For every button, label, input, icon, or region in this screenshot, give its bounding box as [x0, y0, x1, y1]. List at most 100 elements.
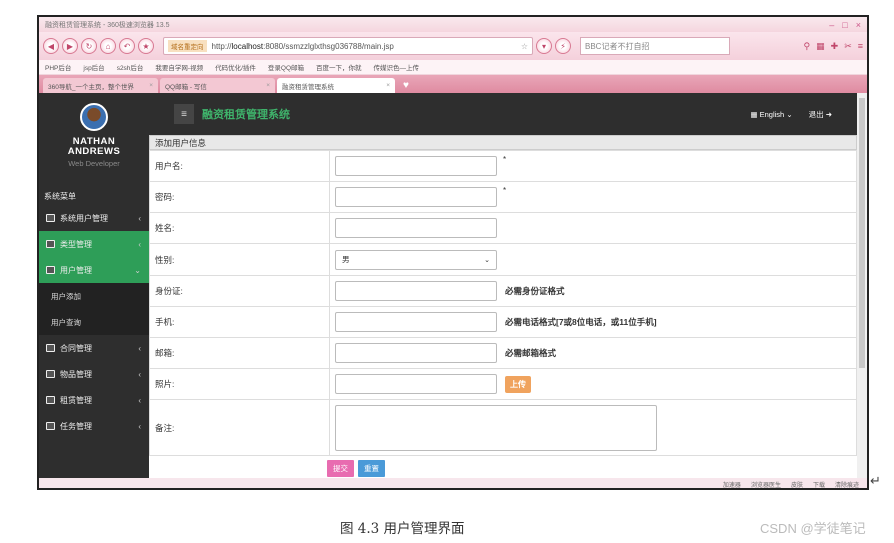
chevron-left-icon: ‹ [138, 239, 141, 249]
minimize-icon: – [829, 19, 835, 30]
search-input[interactable]: BBC记者不打自招 [580, 37, 730, 55]
hamburger-icon[interactable]: ≡ [174, 104, 194, 124]
scrollbar-thumb[interactable] [859, 98, 865, 368]
bookmark-item[interactable]: s2sh后台 [117, 62, 144, 72]
password-input[interactable] [335, 187, 497, 207]
url-rest: :8080/ssmzzlglxthsg036788/main.jsp [263, 41, 394, 51]
menu-icon [46, 370, 55, 378]
submit-button[interactable]: 提交 [327, 460, 354, 477]
favorite-icon[interactable]: ★ [138, 38, 154, 54]
sidebar-item-system-users[interactable]: 系统用户管理 ‹ [39, 205, 149, 231]
tab-360[interactable]: 360导航_一个主页，整个世界 × [43, 78, 158, 93]
id-card-input[interactable] [335, 281, 497, 301]
id-card-hint: 必需身份证格式 [505, 286, 565, 296]
form-buttons: 提交 重置 [149, 456, 857, 477]
form-row: 密码: * [149, 181, 857, 213]
logout-link[interactable]: 退出 ➜ [809, 109, 832, 120]
email-input[interactable] [335, 343, 497, 363]
home-icon[interactable]: ⌂ [100, 38, 116, 54]
username-input[interactable] [335, 156, 497, 176]
bookmark-item[interactable]: 我要自学网-视频 [155, 62, 203, 72]
bookmark-item[interactable]: PHP后台 [45, 62, 71, 72]
sidebar-item-contracts[interactable]: 合同管理 ‹ [39, 335, 149, 361]
browser-toolbar: ◀ ▶ ↻ ⌂ ↶ ★ 域名重定向 http://localhost:8080/… [39, 32, 867, 60]
chevron-left-icon: ‹ [138, 421, 141, 431]
bookmark-item[interactable]: 百度一下，你就 [316, 62, 362, 72]
menu-icon [46, 266, 55, 274]
form-row: 备注: [149, 399, 857, 456]
reset-button[interactable]: 重置 [358, 460, 385, 477]
speed-icon[interactable]: ⚡ [555, 38, 571, 54]
status-item[interactable]: 皮肤 [791, 480, 803, 489]
sidebar-item-types[interactable]: 类型管理 ‹ [39, 231, 149, 257]
field-label: 邮箱: [149, 337, 330, 369]
required-mark: * [503, 186, 507, 195]
scrollbar[interactable] [857, 93, 867, 478]
close-icon[interactable]: × [149, 82, 153, 89]
bookmark-item[interactable]: 代码优化/插件 [215, 62, 256, 72]
sidebar-item-users[interactable]: 用户管理 ⌄ [39, 257, 149, 283]
dropdown-icon[interactable]: ▾ [536, 38, 552, 54]
return-mark: ↵ [870, 473, 881, 488]
required-mark: * [503, 155, 507, 164]
remarks-textarea[interactable] [335, 404, 657, 451]
status-item[interactable]: 清除痕迹 [835, 480, 859, 489]
sidebar-item-label: 合同管理 [60, 343, 92, 353]
form-row: 用户名: * [149, 150, 857, 182]
gender-select[interactable]: 男 ⌄ [335, 249, 497, 270]
status-item[interactable]: 加速器 [723, 480, 741, 489]
screenshot-frame: 融资租赁管理系统 - 360极速浏览器 13.5 – □ × ◀ ▶ ↻ ⌂ ↶ ★… [37, 15, 869, 490]
undo-icon[interactable]: ↶ [119, 38, 135, 54]
field-label: 密码: [149, 181, 330, 213]
sidebar-subitem-add-user[interactable]: 用户添加 [39, 283, 149, 309]
tab-qqmail[interactable]: QQ邮箱 - 写信 × [160, 78, 275, 93]
name-input[interactable] [335, 218, 497, 238]
search-icon[interactable]: ⚲ [804, 41, 811, 52]
window-titlebar: 融资租赁管理系统 - 360极速浏览器 13.5 – □ × [39, 17, 867, 32]
refresh-icon[interactable]: ↻ [81, 38, 97, 54]
email-hint: 必需邮箱格式 [505, 348, 557, 358]
sidebar-item-leases[interactable]: 租赁管理 ‹ [39, 387, 149, 413]
bookmark-item[interactable]: 登录QQ邮箱 [268, 62, 304, 72]
window-controls[interactable]: – □ × [829, 20, 861, 30]
form-row: 手机: 必需电话格式[7或8位电话，或11位手机] [149, 306, 857, 338]
profile-role: Web Developer [68, 159, 120, 168]
upload-button[interactable]: 上传 [505, 375, 531, 393]
sidebar-item-label: 系统用户管理 [60, 213, 108, 223]
sidebar-item-goods[interactable]: 物品管理 ‹ [39, 361, 149, 387]
maximize-icon: □ [842, 19, 848, 30]
status-item[interactable]: 下载 [813, 480, 825, 489]
address-bar[interactable]: 域名重定向 http://localhost:8080/ssmzzlglxths… [163, 37, 533, 55]
status-item[interactable]: 浏览器医生 [751, 480, 781, 489]
phone-input[interactable] [335, 312, 497, 332]
field-label: 身份证: [149, 275, 330, 307]
sidebar-item-label: 用户管理 [60, 265, 92, 275]
close-icon[interactable]: × [386, 82, 390, 89]
new-tab-icon[interactable]: ♥ [397, 80, 415, 93]
close-icon[interactable]: × [266, 82, 270, 89]
photo-input[interactable] [335, 374, 497, 394]
app-brand: 融资租赁管理系统 [202, 109, 290, 121]
sidebar-subitem-query-user[interactable]: 用户查询 [39, 309, 149, 335]
extension-icon[interactable]: ✚ [831, 41, 839, 52]
back-icon[interactable]: ◀ [43, 38, 59, 54]
sidebar-item-tasks[interactable]: 任务管理 ‹ [39, 413, 149, 439]
field-cell [329, 212, 857, 244]
bookmark-star-icon[interactable]: ☆ [521, 42, 528, 51]
language-selector[interactable]: ▦ English ⌄ [750, 110, 792, 119]
form-row: 性别: 男 ⌄ [149, 243, 857, 276]
cut-icon[interactable]: ✂ [844, 41, 852, 52]
forward-icon[interactable]: ▶ [62, 38, 78, 54]
menu-icon [46, 422, 55, 430]
field-cell: * [329, 181, 857, 213]
menu-icon[interactable]: ≡ [858, 41, 863, 51]
url-prefix: http:// [211, 41, 232, 51]
apps-icon[interactable]: ▦ [816, 41, 825, 52]
bookmark-item[interactable]: jsp后台 [83, 62, 104, 72]
chevron-left-icon: ‹ [138, 343, 141, 353]
bookmark-item[interactable]: 传媒识色—上传 [374, 62, 420, 72]
sidebar-item-label: 类型管理 [60, 239, 92, 249]
tab-strip: 360导航_一个主页，整个世界 × QQ邮箱 - 写信 × 融资租赁管理系统 × ♥ [39, 75, 867, 93]
tab-label: QQ邮箱 - 写信 [165, 83, 207, 91]
tab-app[interactable]: 融资租赁管理系统 × [277, 78, 395, 93]
